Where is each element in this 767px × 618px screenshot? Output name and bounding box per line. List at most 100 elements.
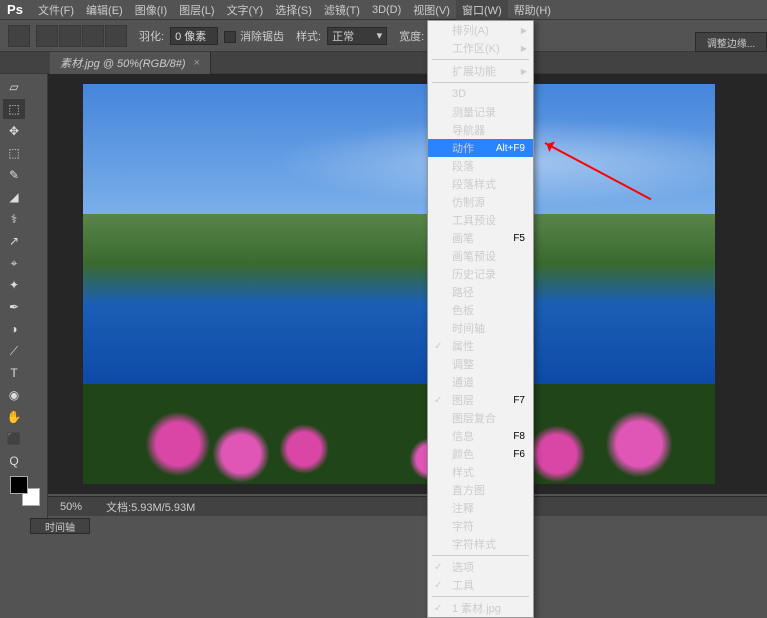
- stamp-tool[interactable]: ⌖: [3, 253, 25, 273]
- quick-select-tool[interactable]: ⬚: [3, 143, 25, 163]
- menu-item-选项[interactable]: ✓选项: [428, 558, 533, 576]
- menu-select[interactable]: 选择(S): [269, 0, 318, 20]
- menu-item-label: 信息: [452, 428, 474, 444]
- menu-item-直方图[interactable]: 直方图: [428, 481, 533, 499]
- close-icon[interactable]: ×: [194, 57, 200, 69]
- crop-tool[interactable]: ✎: [3, 165, 25, 185]
- menu-item-label: 路径: [452, 284, 474, 300]
- menu-item-字符样式[interactable]: 字符样式: [428, 535, 533, 553]
- menu-item-label: 直方图: [452, 482, 485, 498]
- document-tab-title: 素材.jpg @ 50%(RGB/8#): [60, 55, 186, 71]
- menu-item-仿制源[interactable]: 仿制源: [428, 193, 533, 211]
- menu-edit[interactable]: 编辑(E): [80, 0, 129, 20]
- refine-edge-button[interactable]: 调整边缘...: [695, 32, 767, 52]
- chevron-down-icon: ▾: [377, 29, 383, 42]
- selection-int-icon[interactable]: [105, 25, 127, 47]
- check-icon: ✓: [434, 562, 442, 573]
- menu-item-图层复合[interactable]: 图层复合: [428, 409, 533, 427]
- selection-new-icon[interactable]: [36, 25, 58, 47]
- filesize-info: 文档:5.93M/5.93M: [106, 499, 195, 515]
- history-brush-tool[interactable]: ✦: [3, 275, 25, 295]
- menu-item-历史记录[interactable]: 历史记录: [428, 265, 533, 283]
- menu-item-图层[interactable]: ✓图层F7: [428, 391, 533, 409]
- menu-item-颜色[interactable]: 颜色F6: [428, 445, 533, 463]
- foreground-color[interactable]: [10, 476, 28, 494]
- menu-item-画笔预设[interactable]: 画笔预设: [428, 247, 533, 265]
- selection-add-icon[interactable]: [59, 25, 81, 47]
- antialias-label: 消除锯齿: [240, 31, 284, 43]
- menu-item-路径[interactable]: 路径: [428, 283, 533, 301]
- path-tool[interactable]: ◉: [3, 385, 25, 405]
- shape-tool[interactable]: ⬛: [3, 429, 25, 449]
- shortcut-label: Alt+F9: [496, 143, 525, 154]
- menu-item-画笔[interactable]: 画笔F5: [428, 229, 533, 247]
- menu-separator: [432, 59, 529, 60]
- menu-type[interactable]: 文字(Y): [221, 0, 270, 20]
- menu-file[interactable]: 文件(F): [32, 0, 80, 20]
- selection-sub-icon[interactable]: [82, 25, 104, 47]
- canvas-image[interactable]: [83, 84, 715, 484]
- menu-item-label: 动作: [452, 140, 474, 156]
- menu-item-label: 工具: [452, 577, 474, 593]
- menu-item-时间轴[interactable]: 时间轴: [428, 319, 533, 337]
- menu-item-调整[interactable]: 调整: [428, 355, 533, 373]
- style-label: 样式:: [296, 28, 321, 44]
- menu-item-排列(A)[interactable]: 排列(A)▶: [428, 21, 533, 39]
- zoom-level[interactable]: 50%: [60, 501, 82, 513]
- menu-item-字符[interactable]: 字符: [428, 517, 533, 535]
- hand-tool[interactable]: ✋: [3, 407, 25, 427]
- menu-item-段落[interactable]: 段落: [428, 157, 533, 175]
- brush-tool[interactable]: ↗: [3, 231, 25, 251]
- tool-preset-icon[interactable]: [8, 25, 30, 47]
- menu-item-通道[interactable]: 通道: [428, 373, 533, 391]
- menu-item-信息[interactable]: 信息F8: [428, 427, 533, 445]
- style-select[interactable]: 正常▾: [327, 27, 387, 45]
- lasso-tool[interactable]: ✥: [3, 121, 25, 141]
- menu-item-1 素材.jpg[interactable]: ✓ 1 素材.jpg: [428, 599, 533, 617]
- menu-filter[interactable]: 滤镜(T): [318, 0, 366, 20]
- move-tool[interactable]: ▱: [3, 77, 25, 97]
- feather-input[interactable]: [170, 27, 218, 45]
- menu-item-属性[interactable]: ✓属性: [428, 337, 533, 355]
- menu-item-段落样式[interactable]: 段落样式: [428, 175, 533, 193]
- menu-item-动作[interactable]: 动作 Alt+F9: [428, 139, 533, 157]
- eyedropper-tool[interactable]: ◢: [3, 187, 25, 207]
- menu-item-测量记录[interactable]: 测量记录: [428, 103, 533, 121]
- window-menu-dropdown: 排列(A)▶工作区(K)▶ 扩展功能▶ 3D测量记录导航器动作 Alt+F9 段落段落样…: [427, 20, 534, 618]
- menu-item-3D[interactable]: 3D: [428, 85, 533, 103]
- antialias-checkbox[interactable]: 消除锯齿: [224, 28, 284, 44]
- timeline-tab[interactable]: 时间轴: [30, 518, 90, 534]
- pen-tool[interactable]: ⟋: [3, 341, 25, 361]
- workspace: [48, 74, 767, 494]
- menu-item-注释[interactable]: 注释: [428, 499, 533, 517]
- check-icon: ✓: [434, 395, 442, 406]
- menu-item-工具预设[interactable]: 工具预设: [428, 211, 533, 229]
- menu-3d[interactable]: 3D(D): [366, 2, 407, 18]
- marquee-tool[interactable]: ⬚: [3, 99, 25, 119]
- menu-item-色板[interactable]: 色板: [428, 301, 533, 319]
- menu-item-label: 时间轴: [452, 320, 485, 336]
- menu-window[interactable]: 窗口(W): [456, 0, 508, 20]
- eraser-tool[interactable]: ✒: [3, 297, 25, 317]
- menu-item-样式[interactable]: 样式: [428, 463, 533, 481]
- submenu-arrow-icon: ▶: [521, 26, 527, 35]
- text-tool[interactable]: T: [3, 363, 25, 383]
- menu-item-label: 画笔: [452, 230, 474, 246]
- menu-help[interactable]: 帮助(H): [508, 0, 557, 20]
- document-tab[interactable]: 素材.jpg @ 50%(RGB/8#) ×: [50, 52, 211, 74]
- color-swatch[interactable]: [10, 476, 40, 506]
- menu-view[interactable]: 视图(V): [407, 0, 456, 20]
- menu-item-扩展功能[interactable]: 扩展功能▶: [428, 62, 533, 80]
- heal-tool[interactable]: ⚕: [3, 209, 25, 229]
- menu-item-导航器[interactable]: 导航器: [428, 121, 533, 139]
- zoom-tool[interactable]: Q: [3, 451, 25, 471]
- menu-item-工作区(K)[interactable]: 工作区(K)▶: [428, 39, 533, 57]
- menu-image[interactable]: 图像(I): [129, 0, 173, 20]
- selection-mode-group: [36, 25, 127, 47]
- check-icon: ✓: [434, 603, 442, 614]
- menu-separator: [432, 555, 529, 556]
- gradient-tool[interactable]: ◑: [3, 319, 25, 339]
- menu-layer[interactable]: 图层(L): [173, 0, 220, 20]
- menu-item-工具[interactable]: ✓工具: [428, 576, 533, 594]
- menu-item-label: 1 素材.jpg: [452, 600, 501, 616]
